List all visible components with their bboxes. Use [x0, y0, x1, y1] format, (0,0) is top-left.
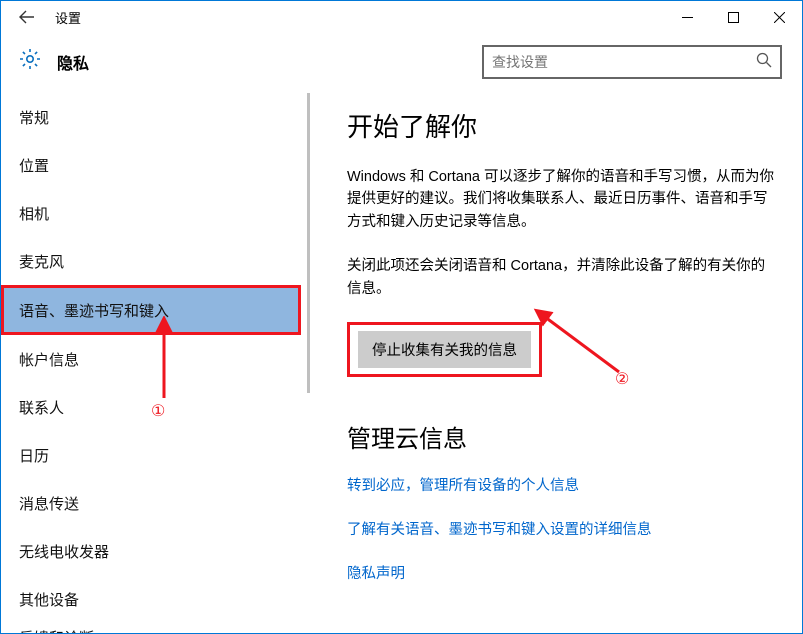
- sidebar-item[interactable]: 消息传送: [1, 479, 301, 527]
- sidebar-item[interactable]: 联系人: [1, 383, 301, 431]
- sidebar-item[interactable]: 无线电收发器: [1, 527, 301, 575]
- close-button[interactable]: [756, 1, 802, 33]
- link-privacy-statement[interactable]: 隐私声明: [347, 564, 774, 586]
- sidebar-scrollbar[interactable]: [305, 93, 311, 633]
- sidebar-item-label: 常规: [19, 107, 49, 128]
- sidebar-item[interactable]: 反馈和诊断: [1, 623, 301, 633]
- search-icon: [756, 52, 772, 72]
- link-learn-more[interactable]: 了解有关语音、墨迹书写和键入设置的详细信息: [347, 520, 774, 542]
- stop-collecting-button[interactable]: 停止收集有关我的信息: [358, 331, 531, 368]
- content-heading: 开始了解你: [347, 107, 774, 144]
- sidebar-item[interactable]: 相机: [1, 189, 301, 237]
- sidebar-item-label: 日历: [19, 445, 49, 466]
- sidebar-item-label: 相机: [19, 203, 49, 224]
- sidebar-item[interactable]: 位置: [1, 141, 301, 189]
- main-area: 常规位置相机麦克风语音、墨迹书写和键入帐户信息联系人日历消息传送无线电收发器其他…: [1, 93, 802, 633]
- app-title: 设置: [55, 8, 81, 27]
- sidebar-item-label: 位置: [19, 155, 49, 176]
- sidebar-item[interactable]: 常规: [1, 93, 301, 141]
- back-button[interactable]: [11, 1, 43, 33]
- sidebar-item-label: 无线电收发器: [19, 541, 109, 562]
- gear-icon: [15, 47, 45, 77]
- sidebar-item-label: 消息传送: [19, 493, 79, 514]
- sidebar-item-label: 麦克风: [19, 251, 64, 272]
- sidebar-item[interactable]: 麦克风: [1, 237, 301, 285]
- content-subheading: 管理云信息: [347, 419, 774, 454]
- sidebar-item-label: 语音、墨迹书写和键入: [19, 300, 169, 321]
- titlebar: 设置: [1, 1, 802, 33]
- link-bing-manage[interactable]: 转到必应，管理所有设备的个人信息: [347, 476, 774, 498]
- sidebar-item-label: 联系人: [19, 397, 64, 418]
- content-pane: 开始了解你 Windows 和 Cortana 可以逐步了解你的语音和手写习惯，…: [311, 93, 802, 633]
- sidebar-item[interactable]: 语音、墨迹书写和键入: [1, 285, 301, 335]
- sidebar-item[interactable]: 其他设备: [1, 575, 301, 623]
- sidebar-item-label: 其他设备: [19, 589, 79, 610]
- category-title: 隐私: [57, 50, 89, 74]
- sidebar-item[interactable]: 日历: [1, 431, 301, 479]
- search-box[interactable]: [482, 45, 782, 79]
- minimize-button[interactable]: [664, 1, 710, 33]
- scrollbar-thumb[interactable]: [307, 93, 310, 393]
- sidebar-item-label: 反馈和诊断: [19, 627, 94, 634]
- sidebar: 常规位置相机麦克风语音、墨迹书写和键入帐户信息联系人日历消息传送无线电收发器其他…: [1, 93, 311, 633]
- content-paragraph: 关闭此项还会关闭语音和 Cortana，并清除此设备了解的有关你的信息。: [347, 255, 774, 300]
- sidebar-item[interactable]: 帐户信息: [1, 335, 301, 383]
- content-paragraph: Windows 和 Cortana 可以逐步了解你的语音和手写习惯，从而为你提供…: [347, 166, 774, 233]
- header: 隐私: [1, 37, 802, 87]
- annotation-highlight-2: 停止收集有关我的信息: [347, 322, 542, 377]
- sidebar-item-label: 帐户信息: [19, 349, 79, 370]
- search-input[interactable]: [492, 54, 756, 70]
- maximize-button[interactable]: [710, 1, 756, 33]
- window-controls: [664, 1, 802, 33]
